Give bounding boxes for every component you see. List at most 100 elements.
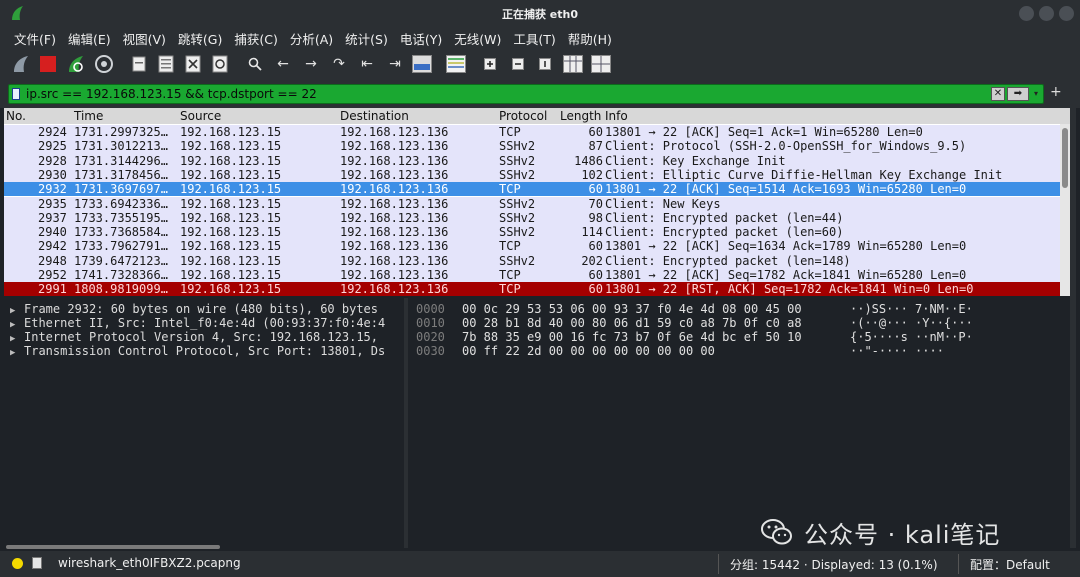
packet-source: 192.168.123.15 [180,153,282,168]
expand-arrow-icon[interactable]: ▶ [10,346,24,360]
menu-item-0[interactable]: 文件(F) [8,26,62,48]
packet-no: 2925 [38,139,67,154]
autoscroll-icon[interactable] [410,52,434,76]
capture-status-indicator-icon[interactable] [12,558,23,569]
first-packet-icon[interactable]: ⇤ [355,52,379,76]
open-file-icon[interactable] [127,52,151,76]
normal-size-icon[interactable] [533,52,557,76]
packet-details-pane: ▶ Frame 2932: 60 bytes on wire (480 bits)… [4,298,404,548]
last-packet-icon[interactable]: ⇥ [383,52,407,76]
column-header-destination[interactable]: Destination [340,109,409,123]
filter-history-dropdown-icon[interactable]: ▾ [1031,87,1041,101]
column-header-no[interactable]: No. [6,109,26,123]
close-file-icon[interactable] [181,52,205,76]
packet-destination: 192.168.123.136 [340,167,449,182]
packet-protocol: SSHv2 [499,153,536,168]
shark-fin-start-icon[interactable] [9,52,33,76]
menu-item-2[interactable]: 视图(V) [117,26,172,48]
packet-protocol: SSHv2 [499,225,536,240]
packet-info: Client: Encrypted packet (len=60) [605,225,844,240]
go-to-packet-icon[interactable]: ↷ [327,52,351,76]
minimize-button[interactable] [1019,6,1034,21]
go-back-icon[interactable]: ← [271,52,295,76]
menu-item-7[interactable]: 电话(Y) [394,26,448,48]
packet-length: 202 [581,253,603,268]
packet-source: 192.168.123.15 [180,253,282,268]
go-forward-icon[interactable]: → [299,52,323,76]
packet-time: 1731.3178456… [74,167,168,182]
packet-length: 87 [588,139,603,154]
packet-length: 98 [588,210,603,225]
packet-protocol: SSHv2 [499,196,536,211]
display-filter-input[interactable]: ip.src == 192.168.123.15 && tcp.dstport … [8,84,1044,104]
packet-row[interactable]: 2928 1731.3144296… 192.168.123.15 192.168.1… [4,153,1070,168]
menu-item-10[interactable]: 帮助(H) [562,26,618,48]
packet-no: 2940 [38,225,67,240]
packet-row[interactable]: 2925 1731.3012213… 192.168.123.15 192.168.1… [4,139,1070,154]
packet-info: Client: Protocol (SSH-2.0-OpenSSH_for_Wi… [605,139,967,154]
add-filter-button-icon[interactable]: + [1050,84,1062,100]
restart-capture-icon[interactable] [64,52,88,76]
packet-destination: 192.168.123.136 [340,210,449,225]
main-toolbar: ← → ↷ ⇤ ⇥ [0,48,1080,80]
packet-no: 2952 [38,268,67,282]
stop-capture-icon[interactable] [36,52,60,76]
capture-file-properties-icon[interactable] [32,557,42,569]
packet-info: Client: New Keys [605,196,721,211]
packet-time: 1739.6472123… [74,253,168,268]
menu-item-1[interactable]: 编辑(E) [62,26,117,48]
filter-bookmark-icon[interactable] [12,88,20,100]
details-horizontal-scrollbar[interactable] [6,545,220,549]
packet-row[interactable]: 2991 1808.9819099… 192.168.123.15 192.168.1… [4,282,1070,296]
wechat-logo-icon [761,519,792,545]
zoom-out-icon[interactable] [506,52,530,76]
detail-row-frame[interactable]: ▶ Frame 2932: 60 bytes on wire (480 bits)… [10,302,378,316]
apply-filter-icon[interactable]: ➡ [1007,87,1029,101]
packet-row[interactable]: 2940 1733.7368584… 192.168.123.15 192.168.1… [4,225,1070,240]
packet-list-scrollbar[interactable] [1060,124,1070,296]
scrollbar-thumb[interactable] [1062,128,1068,188]
packet-row[interactable]: 2937 1733.7355195… 192.168.123.15 192.168.1… [4,210,1070,226]
packet-row[interactable]: 2942 1733.7962791… 192.168.123.15 192.168.1… [4,239,1070,254]
menu-item-8[interactable]: 无线(W) [448,26,507,48]
menu-item-3[interactable]: 跳转(G) [172,26,228,48]
packet-no: 2937 [38,210,67,225]
right-edge-scrollbar [1070,108,1076,548]
packet-row[interactable]: 2924 1731.2997325… 192.168.123.15 192.168.1… [4,125,1070,140]
packet-row[interactable]: 2930 1731.3178456… 192.168.123.15 192.168.1… [4,167,1070,183]
menu-item-6[interactable]: 统计(S) [339,26,394,48]
menu-item-9[interactable]: 工具(T) [507,26,561,48]
close-button[interactable] [1059,6,1074,21]
detail-row-ipv4[interactable]: ▶ Internet Protocol Version 4, Src: 192.1… [10,330,378,344]
packet-length: 114 [581,225,603,240]
watermark: 公众号 · kali笔记 [760,515,1000,549]
column-header-protocol[interactable]: Protocol [499,109,547,123]
column-header-length[interactable]: Length [560,109,601,123]
zoom-in-icon[interactable] [478,52,502,76]
packet-row[interactable]: 2935 1733.6942336… 192.168.123.15 192.168.1… [4,196,1070,211]
layout-icon[interactable] [589,52,613,76]
detail-row-ethernet[interactable]: ▶ Ethernet II, Src: Intel_f0:4e:4d (00:93… [10,316,385,330]
packet-row[interactable]: 2948 1739.6472123… 192.168.123.15 192.168.1… [4,253,1070,268]
column-header-source[interactable]: Source [180,109,221,123]
reload-file-icon[interactable] [208,52,232,76]
clear-filter-icon[interactable]: ✕ [991,87,1005,101]
packet-row[interactable]: 2952 1741.7328366… 192.168.123.15 192.168.1… [4,268,1070,283]
menu-item-5[interactable]: 分析(A) [284,26,339,48]
column-header-info[interactable]: Info [605,109,628,123]
column-header-time[interactable]: Time [74,109,103,123]
colorize-icon[interactable] [444,52,468,76]
menu-item-4[interactable]: 捕获(C) [228,26,283,48]
packet-no: 2948 [38,253,67,268]
resize-columns-icon[interactable] [561,52,585,76]
find-packet-icon[interactable] [243,52,267,76]
packet-row-selected[interactable]: 2932 1731.3697697… 192.168.123.15 192.168.1… [4,182,1070,197]
packet-source: 192.168.123.15 [180,239,282,254]
profile-switcher[interactable]: 配置：Default [970,556,1050,573]
maximize-button[interactable] [1039,6,1054,21]
capture-options-icon[interactable] [92,52,116,76]
save-file-icon[interactable] [154,52,178,76]
packet-length: 60 [588,268,603,282]
packet-time: 1731.3697697… [74,182,168,197]
detail-row-tcp[interactable]: ▶ Transmission Control Protocol, Src Port… [10,344,385,358]
